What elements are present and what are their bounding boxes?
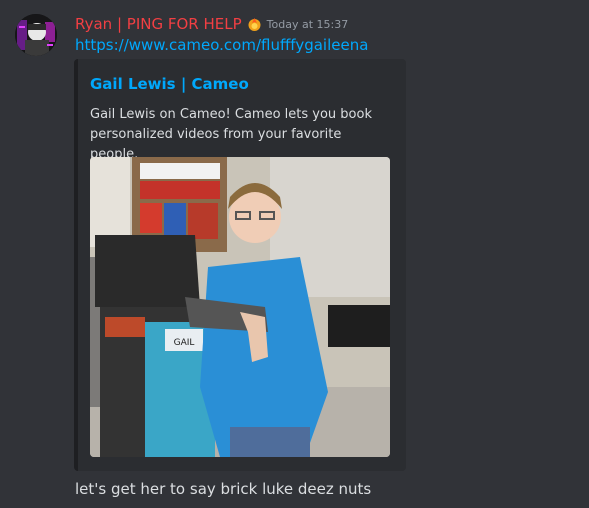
embed-image[interactable]: GAIL <box>90 157 390 457</box>
avatar-image <box>15 14 57 56</box>
embed-title[interactable]: Gail Lewis | Cameo <box>90 75 249 93</box>
embed-description: Gail Lewis on Cameo! Cameo lets you book… <box>90 107 372 162</box>
message-header: Ryan | PING FOR HELP Today at 15:37 <box>75 14 348 34</box>
user-avatar[interactable] <box>15 14 57 56</box>
message-link[interactable]: https://www.cameo.com/flufffygaileena <box>75 36 368 54</box>
link-embed: Gail Lewis | Cameo Gail Lewis on Cameo! … <box>74 59 406 471</box>
message-timestamp: Today at 15:37 <box>266 17 349 31</box>
chat-message: Ryan | PING FOR HELP Today at 15:37 http… <box>0 0 589 508</box>
name-tag: GAIL <box>174 338 195 348</box>
fire-badge-icon <box>246 16 263 33</box>
embed-photo: GAIL <box>90 157 390 457</box>
username[interactable]: Ryan | PING FOR HELP <box>75 15 242 33</box>
message-content: let's get her to say brick luke deez nut… <box>75 480 372 498</box>
